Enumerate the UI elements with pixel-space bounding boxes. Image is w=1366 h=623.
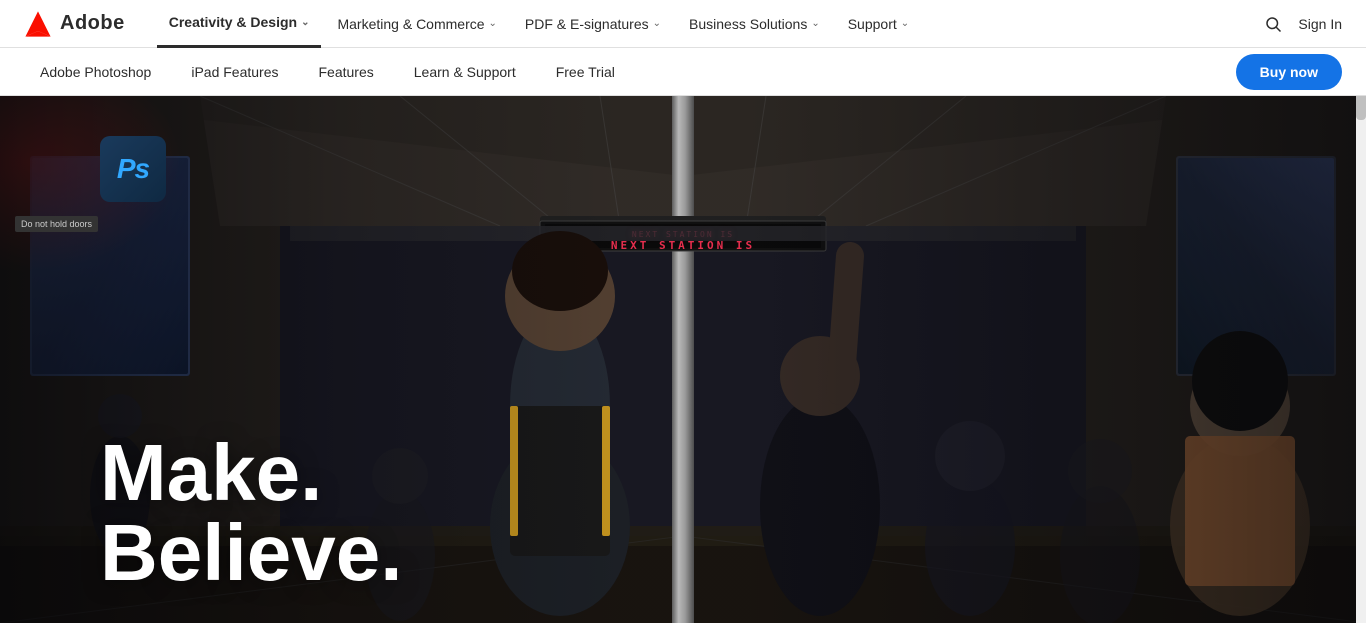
chevron-down-icon: ⌄ bbox=[653, 18, 661, 29]
hero-title-line1: Make. bbox=[100, 433, 402, 513]
nav-creativity-label: Creativity & Design bbox=[169, 14, 297, 30]
sub-nav-features-label: Features bbox=[319, 64, 374, 80]
sub-nav-trial-label: Free Trial bbox=[556, 64, 615, 80]
adobe-logo[interactable]: Adobe bbox=[24, 10, 125, 38]
hero-content: Make. Believe. bbox=[100, 433, 402, 593]
buy-now-button[interactable]: Buy now bbox=[1236, 54, 1342, 90]
nav-right: Sign In bbox=[1264, 15, 1342, 33]
sub-nav-learn[interactable]: Learn & Support bbox=[398, 48, 532, 96]
sub-nav-ipad-label: iPad Features bbox=[191, 64, 278, 80]
sub-nav-photoshop[interactable]: Adobe Photoshop bbox=[24, 48, 167, 96]
sub-nav-features[interactable]: Features bbox=[303, 48, 390, 96]
top-nav: Adobe Creativity & Design ⌄ Marketing & … bbox=[0, 0, 1366, 48]
sub-nav: Adobe Photoshop iPad Features Features L… bbox=[0, 48, 1366, 96]
ps-icon-text: Ps bbox=[117, 153, 149, 185]
search-button[interactable] bbox=[1264, 15, 1282, 33]
sub-nav-photoshop-label: Adobe Photoshop bbox=[40, 64, 151, 80]
nav-item-pdf[interactable]: PDF & E-signatures ⌄ bbox=[513, 0, 673, 48]
sub-nav-trial[interactable]: Free Trial bbox=[540, 48, 631, 96]
nav-items: Creativity & Design ⌄ Marketing & Commer… bbox=[157, 0, 1265, 48]
nav-item-business[interactable]: Business Solutions ⌄ bbox=[677, 0, 832, 48]
ps-icon: Ps bbox=[100, 136, 166, 202]
sign-in-button[interactable]: Sign In bbox=[1298, 16, 1342, 32]
nav-item-creativity[interactable]: Creativity & Design ⌄ bbox=[157, 0, 322, 48]
adobe-brand-text: Adobe bbox=[60, 12, 125, 35]
nav-pdf-label: PDF & E-signatures bbox=[525, 16, 649, 32]
chevron-down-icon: ⌄ bbox=[811, 18, 819, 29]
nav-business-label: Business Solutions bbox=[689, 16, 807, 32]
chevron-down-icon: ⌄ bbox=[301, 17, 309, 28]
door-sign: Do not hold doors bbox=[15, 216, 98, 232]
chevron-down-icon: ⌄ bbox=[489, 18, 497, 29]
nav-item-marketing[interactable]: Marketing & Commerce ⌄ bbox=[325, 0, 508, 48]
hero-section: NEXT STATION IS NEXT STATION IS bbox=[0, 96, 1366, 623]
nav-item-support[interactable]: Support ⌄ bbox=[836, 0, 921, 48]
hero-title-line2: Believe. bbox=[100, 513, 402, 593]
sub-nav-learn-label: Learn & Support bbox=[414, 64, 516, 80]
sub-nav-ipad[interactable]: iPad Features bbox=[175, 48, 294, 96]
chevron-down-icon: ⌄ bbox=[901, 18, 909, 29]
nav-support-label: Support bbox=[848, 16, 897, 32]
nav-marketing-label: Marketing & Commerce bbox=[337, 16, 484, 32]
